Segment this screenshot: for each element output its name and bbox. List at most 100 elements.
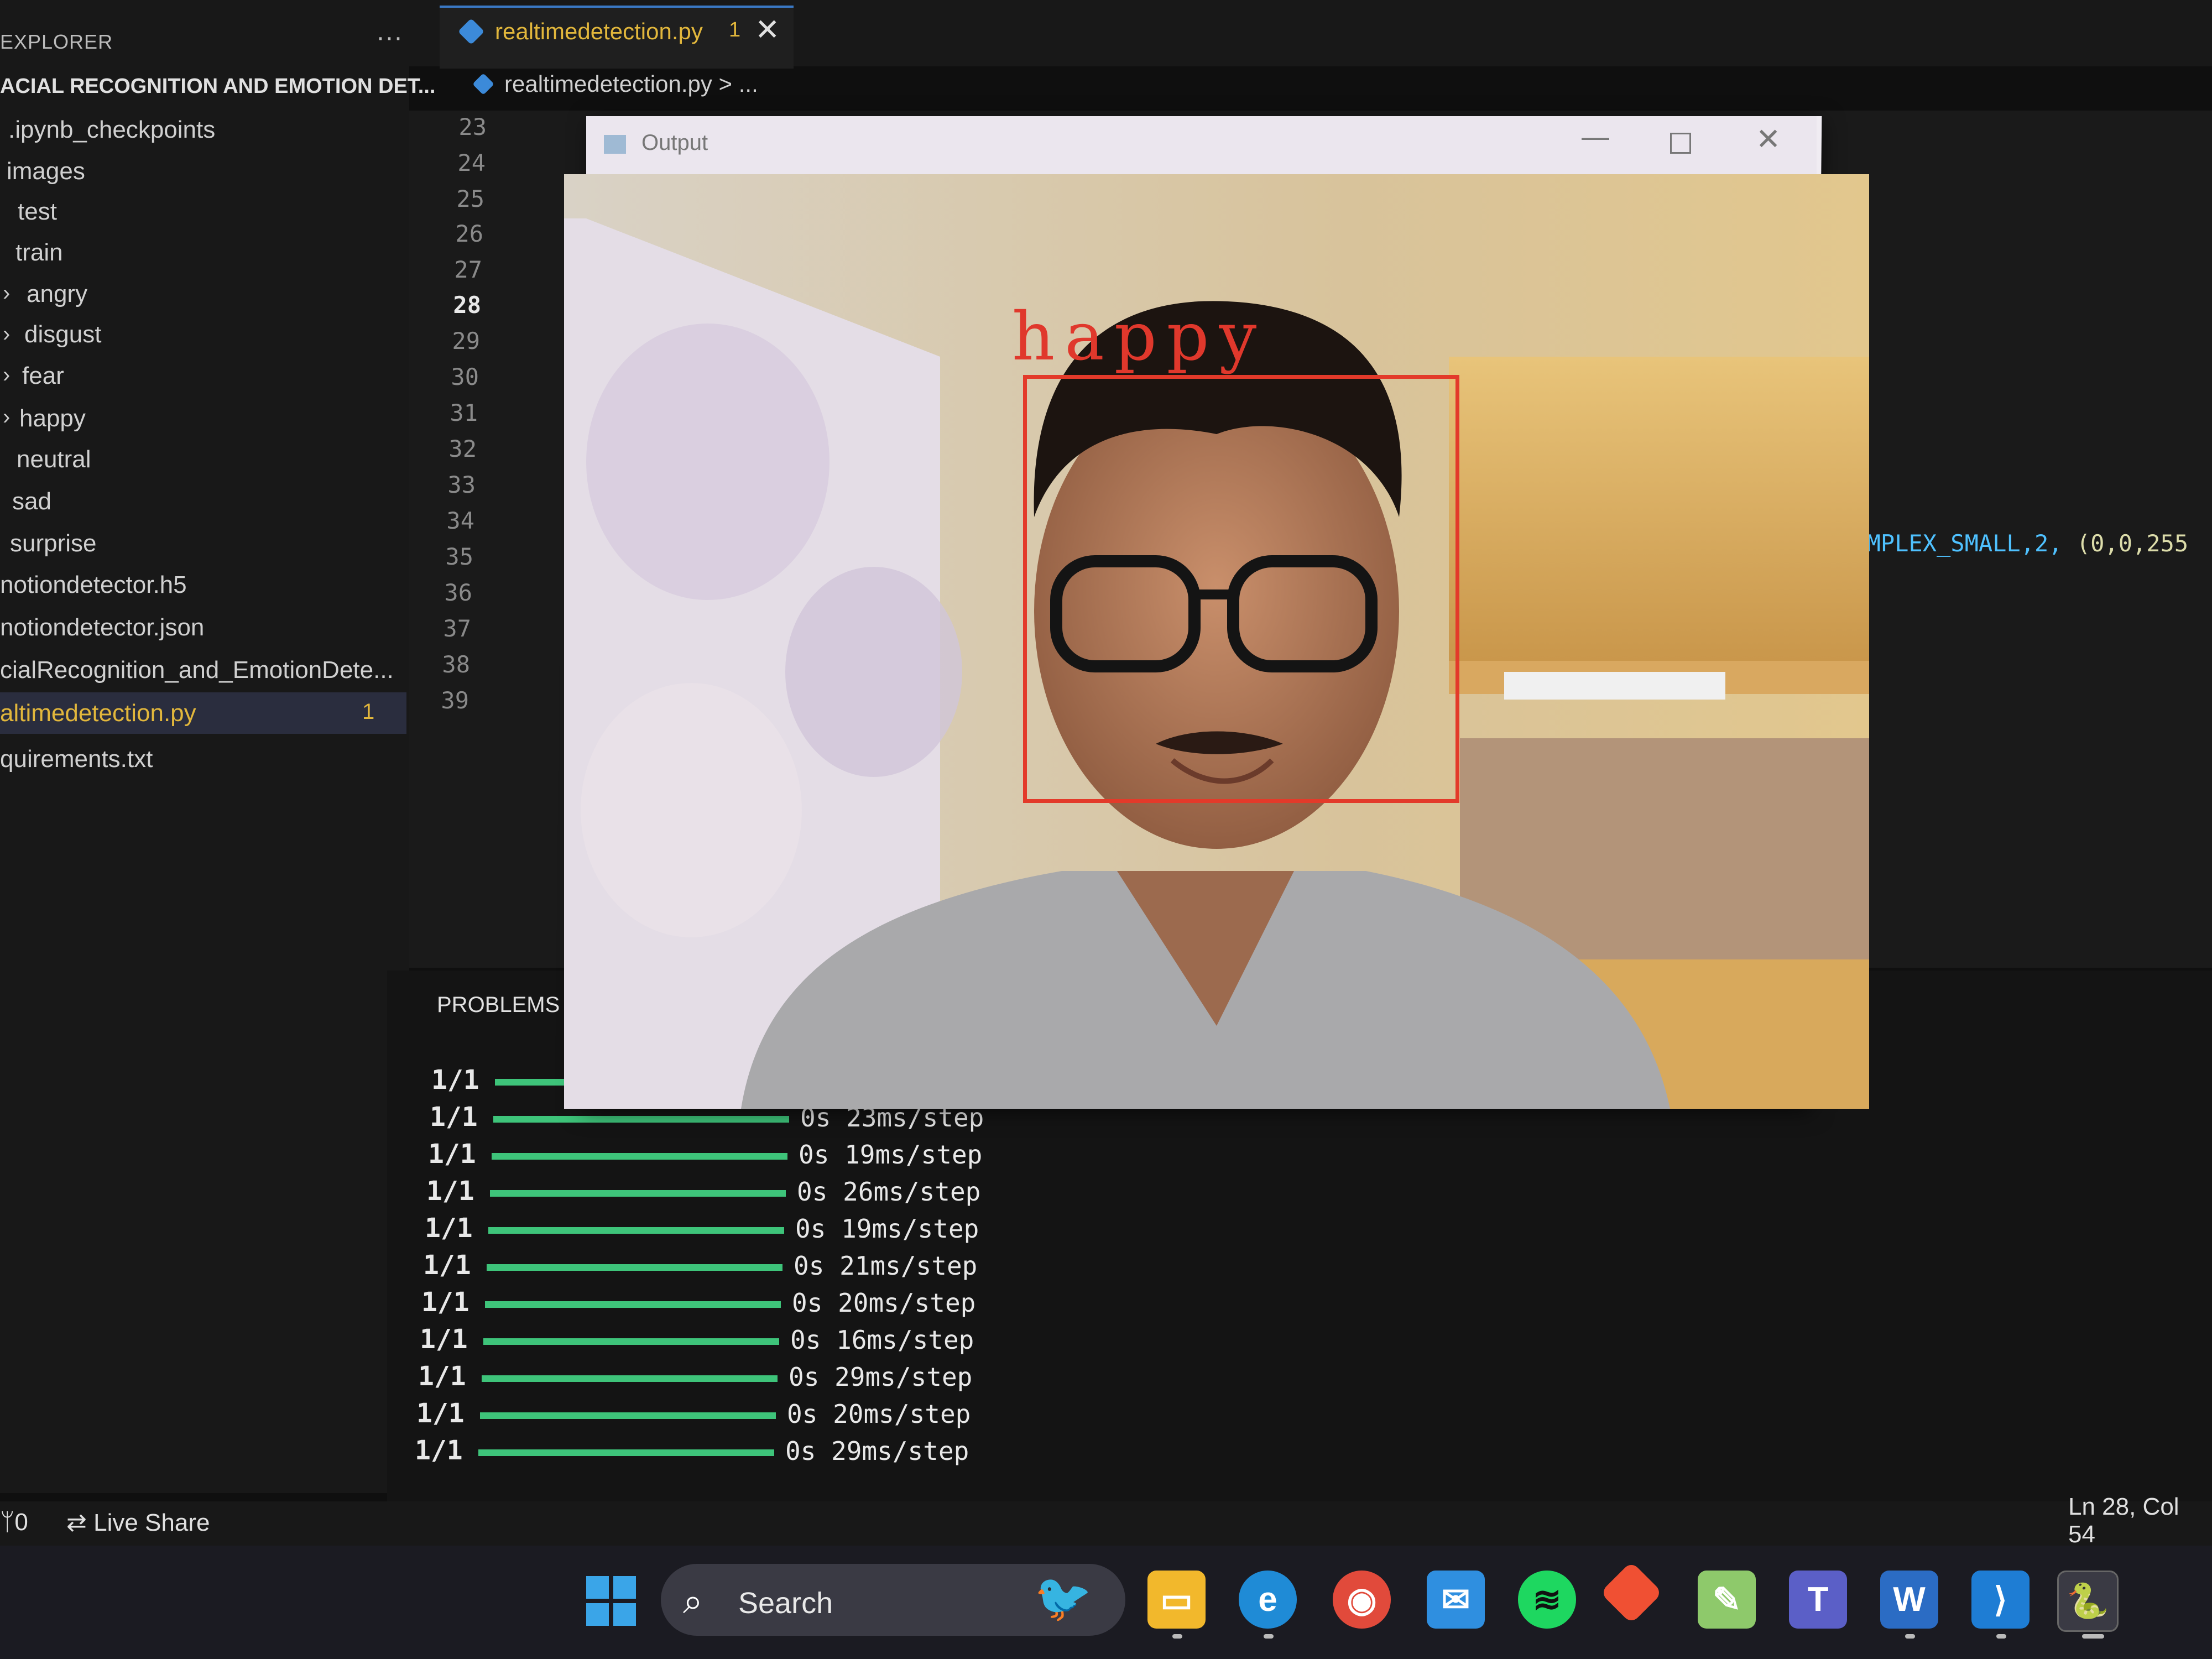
flower-pattern [785, 567, 962, 777]
line-number: 33 [447, 471, 476, 498]
more-actions-icon[interactable]: ··· [376, 22, 403, 53]
progress-bar [487, 1264, 782, 1271]
live-share-button[interactable]: ⇄ Live Share [66, 1509, 210, 1537]
cabinet [1449, 357, 1869, 666]
tree-item-test[interactable]: test [18, 198, 57, 226]
tree-item-model-h5[interactable]: notiondetector.h5 [0, 571, 187, 599]
line-number: 34 [446, 507, 474, 534]
output-window-title: Output [641, 131, 708, 155]
chevron-right-icon[interactable]: › [3, 322, 10, 347]
step-fraction: 1/1 [426, 1176, 474, 1207]
edge-icon[interactable]: e [1239, 1571, 1297, 1629]
keyboard [1504, 672, 1725, 700]
python-icon[interactable]: 🐍 [2057, 1571, 2119, 1632]
project-folder-title[interactable]: ACIAL RECOGNITION AND EMOTION DET... [0, 75, 435, 98]
terminal-line: 1/1 0s 26ms/step [426, 1176, 1090, 1209]
live-share-icon: ⇄ [66, 1509, 94, 1536]
step-fraction: 1/1 [423, 1250, 471, 1281]
step-time: 0s 26ms/step [797, 1177, 981, 1207]
tree-item-neutral[interactable]: neutral [17, 446, 91, 473]
progress-bar [493, 1116, 789, 1123]
running-indicator [1905, 1634, 1915, 1639]
explorer-title: EXPLORER [0, 30, 113, 53]
chevron-right-icon[interactable]: › [3, 281, 10, 306]
tree-item-fear[interactable]: fear [22, 362, 64, 390]
tree-item-happy[interactable]: happy [19, 405, 86, 432]
line-number: 38 [442, 651, 470, 678]
notepad-icon[interactable]: ✎ [1698, 1571, 1756, 1629]
tree-item-surprise[interactable]: surprise [10, 530, 97, 557]
tree-item-realtimedetection[interactable]: altimedetection.py [0, 700, 196, 727]
step-fraction: 1/1 [418, 1361, 466, 1392]
tree-item-sad[interactable]: sad [12, 488, 51, 515]
breadcrumb-file[interactable]: realtimedetection.py [504, 71, 712, 97]
breadcrumb[interactable]: realtimedetection.py > ... [504, 71, 758, 97]
tab-label[interactable]: realtimedetection.py [495, 18, 703, 45]
running-indicator [2082, 1634, 2104, 1639]
close-tab-icon[interactable]: ✕ [755, 12, 780, 47]
ports-indicator[interactable]: ᛘ0 [0, 1509, 28, 1536]
line-number: 24 [457, 149, 486, 176]
chrome-icon[interactable]: ◉ [1333, 1571, 1391, 1629]
tab-problems[interactable]: PROBLEMS [437, 993, 560, 1018]
terminal-line: 1/1 0s 16ms/step [420, 1324, 1083, 1357]
emotion-label: happy [1012, 299, 1267, 375]
line-number: 26 [455, 220, 483, 247]
terminal-line: 1/1 0s 19ms/step [428, 1139, 1092, 1172]
tree-item-train[interactable]: train [15, 239, 63, 267]
progress-bar [485, 1301, 781, 1308]
progress-bar [490, 1190, 786, 1197]
word-icon[interactable]: W [1880, 1571, 1938, 1629]
tree-item-model-json[interactable]: notiondetector.json [0, 614, 204, 641]
breadcrumb-more[interactable]: ... [739, 71, 758, 97]
step-time: 0s 29ms/step [785, 1436, 969, 1466]
close-window-icon[interactable]: ✕ [1756, 122, 1781, 156]
tree-item-angry[interactable]: angry [27, 280, 87, 308]
code-line-fragment[interactable]: COMPLEX_SMALL,2, (0,0,255 [1839, 530, 2188, 557]
terminal-line: 1/1 0s 20ms/step [416, 1398, 1080, 1431]
window-app-icon [604, 135, 626, 154]
minimize-icon[interactable]: — [1582, 121, 1609, 153]
mail-icon[interactable]: ✉ [1427, 1571, 1485, 1629]
tree-item-requirements[interactable]: quirements.txt [0, 745, 153, 773]
tree-item-ipynb-checkpoints[interactable]: .ipynb_checkpoints [8, 116, 215, 144]
tree-item-images[interactable]: images [7, 158, 85, 185]
search-icon: ⌕ [683, 1581, 703, 1621]
progress-bar [480, 1412, 776, 1419]
chevron-right-icon[interactable]: › [3, 363, 10, 388]
chevron-right-icon: > [718, 71, 733, 97]
spotify-icon[interactable]: ≋ [1518, 1571, 1576, 1629]
line-number: 25 [456, 185, 484, 212]
step-time: 0s 19ms/step [799, 1140, 983, 1170]
line-number: 31 [450, 399, 478, 426]
step-fraction: 1/1 [415, 1435, 463, 1466]
step-time: 0s 16ms/step [790, 1325, 974, 1355]
progress-bar [492, 1153, 787, 1160]
terminal-line: 1/1 0s 29ms/step [418, 1361, 1082, 1394]
tree-item-notebook[interactable]: cialRecognition_and_EmotionDete... [0, 656, 394, 684]
line-number: 30 [451, 363, 479, 390]
vscode-icon[interactable]: ⟩ [1971, 1571, 2030, 1629]
progress-bar [483, 1338, 779, 1345]
tree-item-disgust[interactable]: disgust [24, 321, 101, 348]
line-number: 32 [448, 435, 477, 462]
output-window-titlebar[interactable] [586, 116, 1817, 174]
ports-count: 0 [14, 1509, 28, 1536]
step-time: 0s 20ms/step [787, 1399, 971, 1429]
chevron-right-icon[interactable]: › [3, 405, 10, 430]
step-fraction: 1/1 [425, 1213, 473, 1244]
search-highlight-icon[interactable]: 🐦 [1034, 1571, 1092, 1625]
teams-icon[interactable]: T [1789, 1571, 1847, 1629]
step-fraction: 1/1 [428, 1139, 476, 1170]
line-number: 29 [452, 327, 480, 354]
line-number: 23 [458, 113, 487, 140]
cursor-position[interactable]: Ln 28, Col 54 [2068, 1493, 2212, 1548]
line-number: 36 [444, 579, 472, 606]
windows-start-icon[interactable] [586, 1576, 636, 1626]
code-text: (0,0,255 [2076, 530, 2189, 557]
flower-pattern [586, 324, 830, 600]
file-explorer-icon[interactable]: ▭ [1147, 1571, 1206, 1629]
step-time: 0s 29ms/step [789, 1362, 973, 1392]
terminal-line: 1/1 0s 20ms/step [421, 1287, 1085, 1320]
maximize-icon[interactable] [1670, 133, 1691, 154]
